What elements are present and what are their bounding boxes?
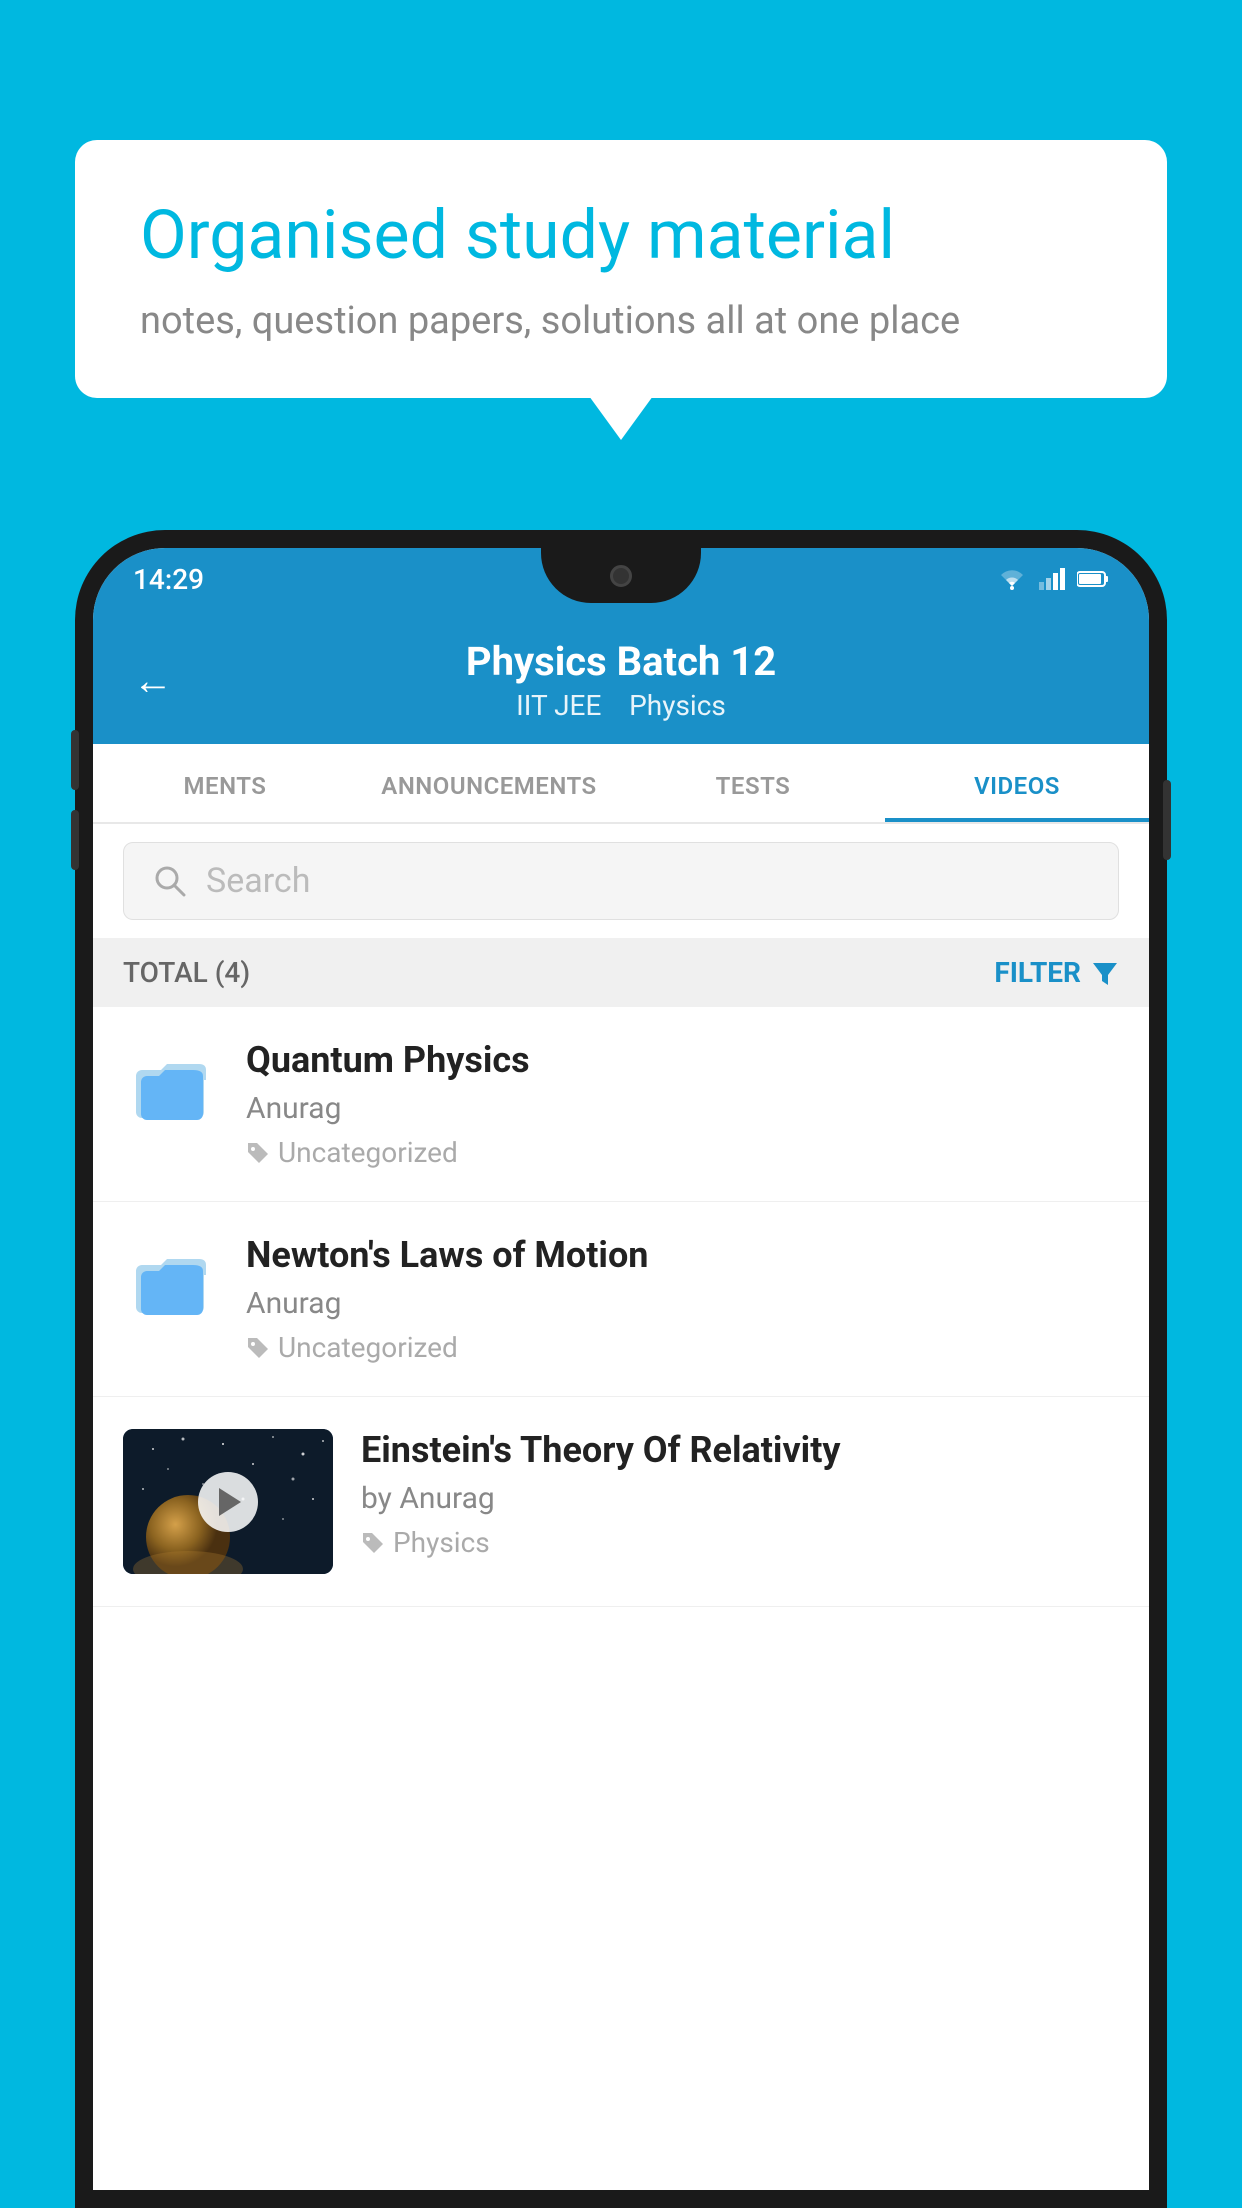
video-author-2: Anurag bbox=[246, 1286, 1119, 1321]
video-author-1: Anurag bbox=[246, 1091, 1119, 1126]
tab-announcements[interactable]: ANNOUNCEMENTS bbox=[357, 744, 621, 822]
tag-icon-2 bbox=[246, 1336, 270, 1360]
tab-tests[interactable]: TESTS bbox=[621, 744, 885, 822]
video-title-3: Einstein's Theory Of Relativity bbox=[361, 1429, 1119, 1471]
video-tag-1: Uncategorized bbox=[246, 1136, 1119, 1169]
filter-label: FILTER bbox=[994, 956, 1081, 989]
speech-bubble: Organised study material notes, question… bbox=[75, 140, 1167, 398]
wifi-icon bbox=[997, 568, 1027, 590]
battery-icon bbox=[1077, 570, 1109, 588]
signal-icon bbox=[1039, 568, 1065, 590]
video-title-2: Newton's Laws of Motion bbox=[246, 1234, 1119, 1276]
search-bar-wrapper: Search bbox=[93, 824, 1149, 938]
app-header: ← Physics Batch 12 IIT JEE Physics bbox=[93, 610, 1149, 744]
search-bar[interactable]: Search bbox=[123, 842, 1119, 920]
bubble-subtitle: notes, question papers, solutions all at… bbox=[140, 299, 1102, 343]
video-folder-icon-2 bbox=[123, 1234, 218, 1329]
video-item-einstein[interactable]: Einstein's Theory Of Relativity by Anura… bbox=[93, 1397, 1149, 1607]
video-item-newtons-laws[interactable]: Newton's Laws of Motion Anurag Uncategor… bbox=[93, 1202, 1149, 1397]
einstein-thumbnail bbox=[123, 1429, 333, 1574]
tab-videos[interactable]: VIDEOS bbox=[885, 744, 1149, 822]
filter-row: TOTAL (4) FILTER bbox=[93, 938, 1149, 1007]
header-subtitle-iitjee: IIT JEE bbox=[516, 689, 601, 722]
filter-button[interactable]: FILTER bbox=[994, 956, 1119, 989]
tag-icon-3 bbox=[361, 1531, 385, 1555]
video-title-1: Quantum Physics bbox=[246, 1039, 1119, 1081]
camera-dot bbox=[610, 565, 632, 587]
status-icons bbox=[997, 568, 1109, 590]
back-button[interactable]: ← bbox=[133, 657, 173, 704]
video-tag-3: Physics bbox=[361, 1526, 1119, 1559]
status-bar: 14:29 bbox=[93, 548, 1149, 610]
video-info-3: Einstein's Theory Of Relativity by Anura… bbox=[361, 1429, 1119, 1559]
play-button-overlay[interactable] bbox=[198, 1472, 258, 1532]
play-triangle bbox=[219, 1488, 241, 1516]
folder-svg-2 bbox=[131, 1247, 211, 1317]
header-title-group: Physics Batch 12 IIT JEE Physics bbox=[203, 638, 1039, 722]
speech-bubble-container: Organised study material notes, question… bbox=[75, 140, 1167, 398]
video-info-1: Quantum Physics Anurag Uncategorized bbox=[246, 1039, 1119, 1169]
tag-icon-1 bbox=[246, 1141, 270, 1165]
video-info-2: Newton's Laws of Motion Anurag Uncategor… bbox=[246, 1234, 1119, 1364]
filter-funnel-icon bbox=[1091, 959, 1119, 987]
video-tag-2: Uncategorized bbox=[246, 1331, 1119, 1364]
vol-up-button bbox=[71, 730, 79, 790]
power-button bbox=[1163, 780, 1171, 860]
header-subtitle-physics: Physics bbox=[629, 689, 726, 722]
tabs-bar: MENTS ANNOUNCEMENTS TESTS VIDEOS bbox=[93, 744, 1149, 824]
total-label: TOTAL (4) bbox=[123, 956, 250, 989]
video-list: Quantum Physics Anurag Uncategorized bbox=[93, 1007, 1149, 1607]
tab-ments[interactable]: MENTS bbox=[93, 744, 357, 822]
notch bbox=[541, 548, 701, 603]
video-item-quantum-physics[interactable]: Quantum Physics Anurag Uncategorized bbox=[93, 1007, 1149, 1202]
status-time: 14:29 bbox=[133, 563, 204, 596]
header-subtitle: IIT JEE Physics bbox=[203, 689, 1039, 722]
search-placeholder: Search bbox=[206, 861, 310, 901]
search-icon bbox=[152, 863, 188, 899]
video-folder-icon-1 bbox=[123, 1039, 218, 1134]
folder-svg-1 bbox=[131, 1052, 211, 1122]
phone-screen: 14:29 bbox=[93, 548, 1149, 2190]
video-author-3: by Anurag bbox=[361, 1481, 1119, 1516]
bubble-title: Organised study material bbox=[140, 195, 1102, 277]
phone-wrapper: 14:29 bbox=[75, 530, 1167, 2208]
vol-down-button bbox=[71, 810, 79, 870]
phone-outer: 14:29 bbox=[75, 530, 1167, 2208]
header-title: Physics Batch 12 bbox=[203, 638, 1039, 685]
